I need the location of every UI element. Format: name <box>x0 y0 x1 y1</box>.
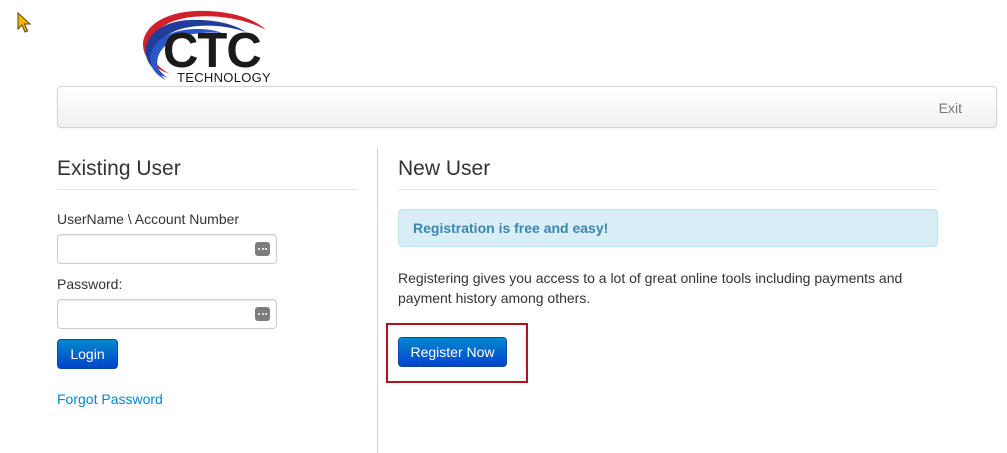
existing-user-heading: Existing User <box>57 148 357 190</box>
username-label: UserName \ Account Number <box>57 211 240 227</box>
password-label: Password: <box>57 276 123 292</box>
registration-info-alert: Registration is free and easy! <box>398 209 938 247</box>
top-navbar: Exit <box>57 86 997 128</box>
ctc-technology-logo: CTC TECHNOLOGY <box>128 8 288 88</box>
logo-tagline: TECHNOLOGY <box>177 70 272 85</box>
registration-description: Registering gives you access to a lot of… <box>398 270 903 306</box>
new-user-heading: New User <box>398 148 938 190</box>
exit-link[interactable]: Exit <box>939 100 962 116</box>
keypad-icon[interactable] <box>255 242 270 256</box>
column-divider <box>377 148 378 453</box>
forgot-password-link[interactable]: Forgot Password <box>57 391 163 407</box>
logo-brand-text: CTC <box>163 24 262 78</box>
new-user-panel: New User Registration is free and easy! … <box>386 148 938 383</box>
login-button[interactable]: Login <box>57 339 118 369</box>
username-input[interactable] <box>57 234 277 264</box>
password-input[interactable] <box>57 299 277 329</box>
register-now-button[interactable]: Register Now <box>398 337 507 367</box>
mouse-pointer-icon <box>17 11 33 34</box>
keypad-icon[interactable] <box>255 307 270 321</box>
existing-user-panel: Existing User UserName \ Account Number … <box>57 148 357 407</box>
